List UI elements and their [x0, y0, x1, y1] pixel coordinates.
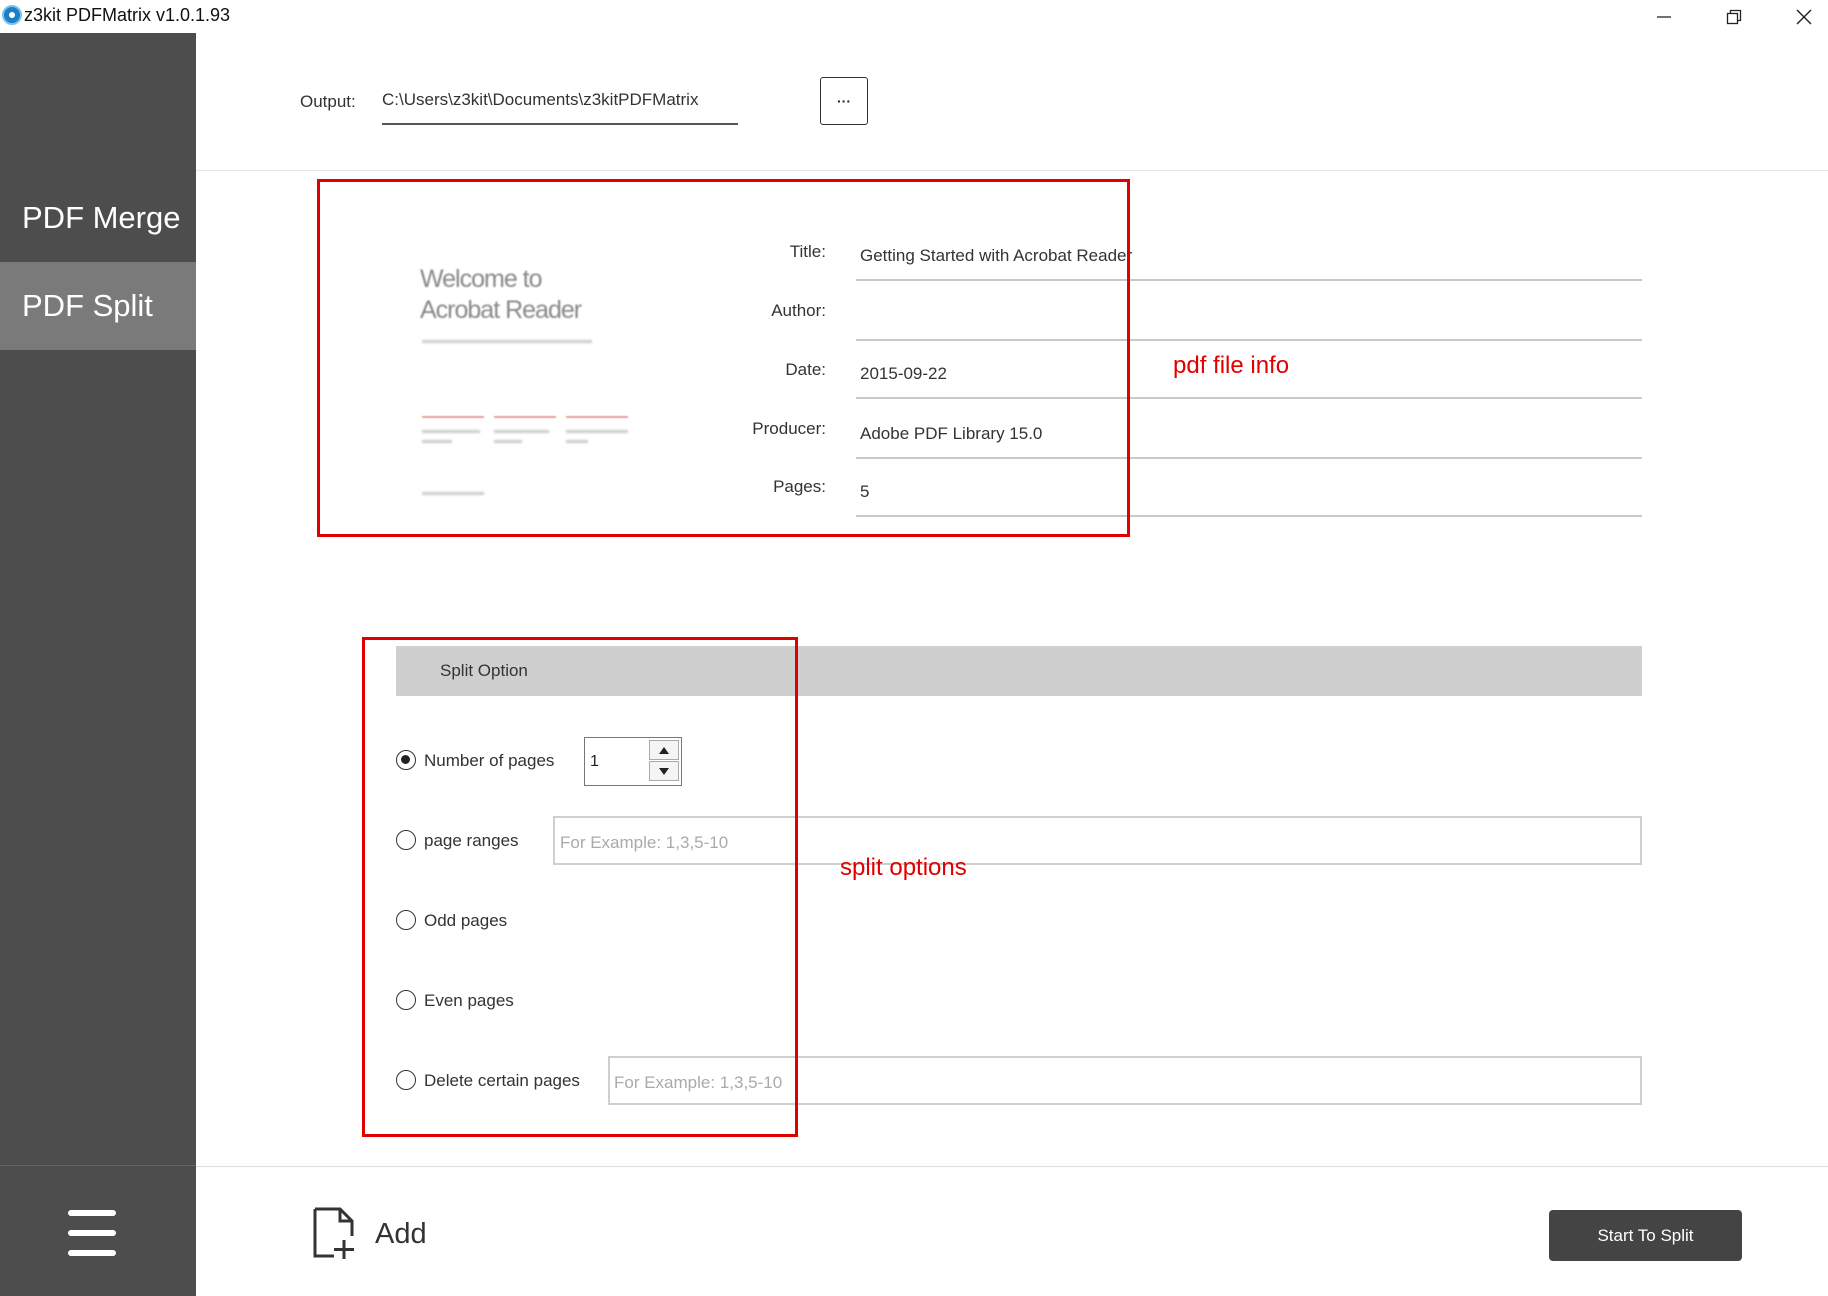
browse-output-button[interactable]: ···: [820, 77, 868, 125]
output-path-field[interactable]: C:\Users\z3kit\Documents\z3kitPDFMatrix: [382, 90, 698, 110]
file-info-annotation-label: pdf file info: [1173, 352, 1290, 379]
file-info-annotation-box: [317, 179, 1130, 537]
close-icon: [1796, 9, 1812, 24]
sidebar-divider: [0, 1165, 196, 1166]
restore-button[interactable]: [1706, 0, 1762, 33]
minimize-button[interactable]: [1636, 0, 1692, 33]
hamburger-menu-icon[interactable]: [68, 1210, 116, 1258]
sidebar-item-label: PDF Split: [22, 288, 153, 323]
output-label: Output:: [300, 92, 356, 111]
split-options-annotation-label: split options: [840, 854, 967, 881]
footer-divider: [196, 1166, 1828, 1167]
window-title: z3kit PDFMatrix v1.0.1.93: [24, 5, 231, 25]
app-logo-icon: [2, 5, 22, 25]
sidebar-item-label: PDF Merge: [22, 200, 181, 235]
header-divider: [196, 170, 1828, 171]
sidebar-item-pdf-split[interactable]: PDF Split: [0, 262, 196, 350]
split-options-annotation-box: [362, 637, 798, 1137]
close-button[interactable]: [1776, 0, 1828, 33]
restore-icon: [1726, 9, 1742, 24]
output-path-underline: [382, 123, 738, 125]
start-to-split-button[interactable]: Start To Split: [1549, 1210, 1742, 1261]
minimize-icon: [1657, 15, 1671, 18]
title-bar: [0, 0, 1828, 33]
sidebar-item-pdf-merge[interactable]: PDF Merge: [0, 174, 196, 262]
add-file-icon[interactable]: [312, 1206, 358, 1260]
add-button-label[interactable]: Add: [375, 1218, 427, 1251]
